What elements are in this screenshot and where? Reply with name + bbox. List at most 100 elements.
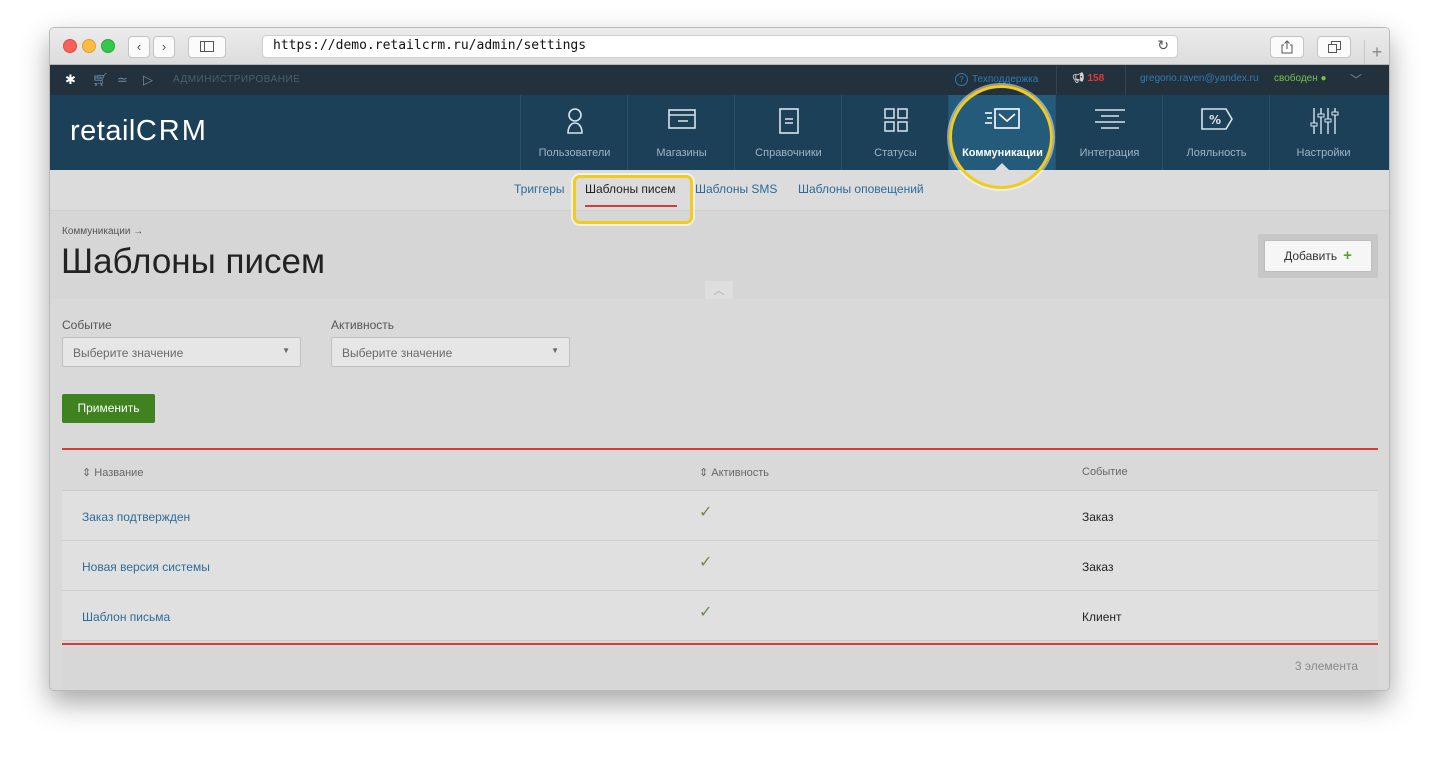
check-icon: ✓: [699, 604, 713, 621]
template-event: Клиент: [1082, 610, 1122, 624]
chevron-down-icon[interactable]: ﹀: [1350, 71, 1362, 88]
forward-button[interactable]: ›: [153, 36, 175, 58]
activity-filter-label: Активность: [331, 318, 395, 332]
add-button-wrapper: Добавить +: [1258, 234, 1378, 278]
tab-triggers[interactable]: Триггеры: [514, 182, 565, 196]
nav-label: Лояльность: [1186, 147, 1247, 159]
integration-icon: [1056, 107, 1163, 136]
event-filter-label: Событие: [62, 318, 112, 332]
divider: [1125, 65, 1126, 95]
sidebar-toggle-button[interactable]: [188, 36, 226, 58]
template-event: Заказ: [1082, 560, 1114, 574]
table-row[interactable]: Новая версия системы ✓ Заказ: [62, 541, 1378, 591]
template-name-link[interactable]: Новая версия системы: [82, 560, 210, 574]
templates-table: ⇕ Название ⇕ Активность Событие Заказ по…: [62, 448, 1378, 690]
apply-button[interactable]: Применить: [62, 394, 155, 423]
breadcrumb[interactable]: Коммуникации →: [62, 226, 143, 237]
statuses-icon: [842, 107, 949, 138]
tab-notification-templates[interactable]: Шаблоны оповещений: [798, 182, 924, 196]
tab-sms-templates[interactable]: Шаблоны SMS: [695, 182, 777, 196]
play-icon[interactable]: ▷: [143, 72, 153, 88]
add-button-label: Добавить: [1284, 249, 1338, 263]
add-button[interactable]: Добавить +: [1264, 240, 1372, 272]
template-name-link[interactable]: Заказ подтвержден: [82, 510, 190, 524]
table-footer: 3 элемента: [62, 643, 1378, 690]
nav-statuses[interactable]: Статусы: [841, 95, 949, 170]
analytics-icon[interactable]: ≃: [117, 72, 128, 88]
sub-tabs: Триггеры Шаблоны писем Шаблоны SMS Шабло…: [50, 170, 1389, 211]
user-status-label: свободен: [1274, 73, 1318, 84]
column-activity-header[interactable]: ⇕ Активность: [699, 466, 769, 479]
address-bar[interactable]: https://demo.retailcrm.ru/admin/settings…: [262, 35, 1178, 58]
loyalty-icon: %: [1163, 107, 1270, 136]
nav-label: Настройки: [1296, 147, 1351, 159]
share-button[interactable]: [1270, 36, 1304, 58]
url-text: https://demo.retailcrm.ru/admin/settings: [273, 38, 587, 53]
support-label: Техподдержка: [972, 74, 1039, 85]
reference-icon: [735, 107, 842, 140]
event-filter-select[interactable]: Выберите значение ▼: [62, 337, 301, 367]
sliders-icon: [1270, 107, 1377, 140]
nav-label: Статусы: [874, 147, 917, 159]
column-name-header[interactable]: ⇕ Название: [82, 466, 143, 479]
nav-label: Пользователи: [538, 147, 611, 159]
select-value: Выберите значение: [73, 346, 184, 360]
divider: [1056, 65, 1057, 95]
page-header: Коммуникации → Шаблоны писем ︿ Добавить +: [50, 211, 1389, 299]
check-icon: ✓: [699, 554, 713, 571]
nav-label: Справочники: [755, 147, 822, 159]
nav-integration[interactable]: Интеграция: [1055, 95, 1163, 170]
page-content: Коммуникации → Шаблоны писем ︿ Добавить +…: [50, 211, 1389, 690]
store-icon: [628, 107, 735, 136]
nav-settings[interactable]: Настройки: [1269, 95, 1377, 170]
template-event: Заказ: [1082, 510, 1114, 524]
reload-icon[interactable]: ↻: [1157, 37, 1169, 54]
gear-icon[interactable]: ✱: [65, 72, 76, 88]
admin-title: АДМИНИСТРИРОВАНИЕ: [173, 74, 301, 85]
column-label: Название: [94, 467, 144, 479]
sort-icon: ⇕: [699, 467, 712, 479]
svg-text:%: %: [1209, 113, 1221, 127]
tabs-overview-button[interactable]: [1317, 36, 1351, 58]
collapse-filters-button[interactable]: ︿: [705, 281, 733, 299]
caret-down-icon: ▼: [551, 346, 559, 355]
sidebar-icon: [200, 41, 214, 52]
table-row[interactable]: Заказ подтвержден ✓ Заказ: [62, 491, 1378, 541]
close-window-button[interactable]: [63, 39, 77, 53]
admin-bar: ✱ 🛒︎ ≃ ▷ АДМИНИСТРИРОВАНИЕ ? Техподдержка…: [50, 65, 1389, 95]
caret-down-icon: ▼: [282, 346, 290, 355]
retailcrm-logo[interactable]: retailCRM: [70, 115, 208, 148]
minimize-window-button[interactable]: [82, 39, 96, 53]
nav-references[interactable]: Справочники: [734, 95, 842, 170]
cart-icon[interactable]: 🛒︎: [92, 72, 109, 88]
highlight-ring-email-templates: [573, 175, 693, 224]
tabs-icon: [1327, 41, 1341, 53]
zoom-window-button[interactable]: [101, 39, 115, 53]
element-count: 3 элемента: [1294, 659, 1358, 673]
nav-loyalty[interactable]: % Лояльность: [1162, 95, 1270, 170]
new-tab-button[interactable]: +: [1364, 40, 1389, 64]
logo-text-right: CRM: [135, 115, 208, 147]
browser-window: ‹ › https://demo.retailcrm.ru/admin/sett…: [49, 27, 1390, 691]
chevron-right-icon: ›: [161, 39, 167, 54]
back-button[interactable]: ‹: [128, 36, 150, 58]
main-nav: retailCRM Пользователи Магазины Справочн…: [50, 95, 1389, 171]
template-name-link[interactable]: Шаблон письма: [82, 610, 170, 624]
check-icon: ✓: [699, 504, 713, 521]
share-icon: [1281, 40, 1293, 54]
nav-stores[interactable]: Магазины: [627, 95, 735, 170]
nav-label: Магазины: [656, 147, 707, 159]
notifications-button[interactable]: 📢︎ 158: [1072, 73, 1104, 84]
support-link[interactable]: ? Техподдержка: [955, 73, 1038, 86]
page-title: Шаблоны писем: [61, 242, 326, 281]
user-icon: [521, 107, 628, 142]
plus-icon: +: [1343, 247, 1352, 264]
chevron-left-icon: ‹: [136, 39, 142, 54]
user-status[interactable]: свободен ●: [1274, 73, 1327, 84]
activity-filter-select[interactable]: Выберите значение ▼: [331, 337, 570, 367]
table-header: ⇕ Название ⇕ Активность Событие: [62, 450, 1378, 491]
table-row[interactable]: Шаблон письма ✓ Клиент: [62, 591, 1378, 641]
highlight-ring-communications: [949, 85, 1053, 189]
nav-users[interactable]: Пользователи: [520, 95, 628, 170]
user-email-link[interactable]: gregorio.raven@yandex.ru: [1140, 73, 1259, 84]
